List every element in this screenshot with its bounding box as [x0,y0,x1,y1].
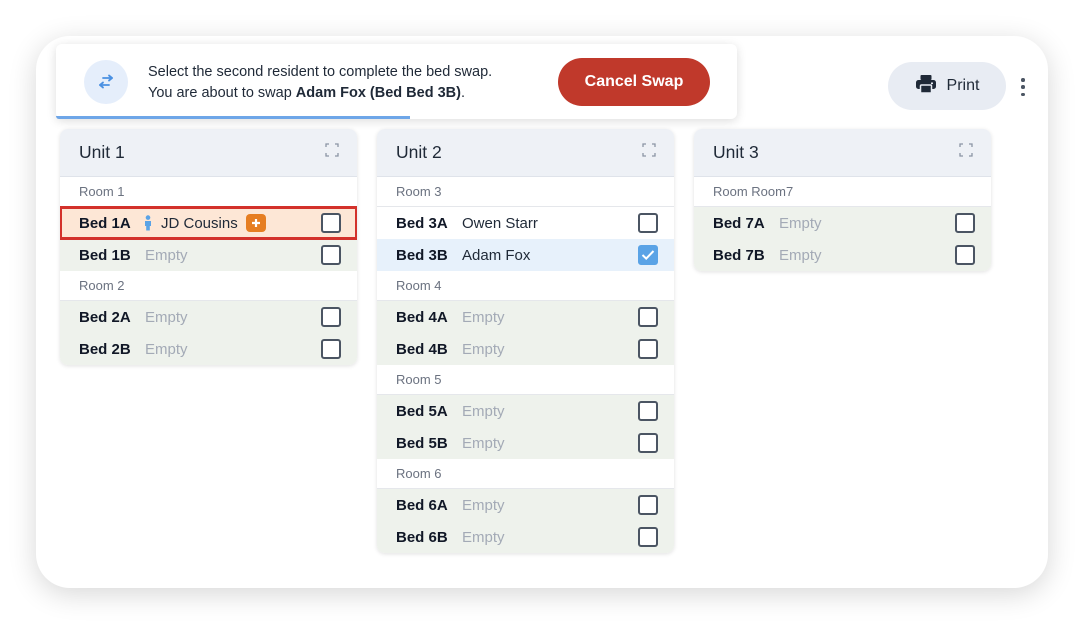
bed-checkbox[interactable] [638,307,658,327]
bed-label: Bed 7B [713,246,765,264]
unit-header: Unit 2 [377,129,674,177]
empty-status: Empty [145,246,188,264]
empty-status: Empty [779,214,822,232]
unit-1-panel: Unit 1 Room 1 Bed 1A JD Cousins Bed 1B E… [60,129,357,365]
empty-status: Empty [462,528,505,546]
resident-name: JD Cousins [161,214,238,232]
check-icon [641,250,655,261]
bed-label: Bed 2B [79,340,131,358]
empty-status: Empty [462,496,505,514]
plus-badge-icon [245,214,266,232]
bed-label: Bed 5B [396,434,448,452]
unit-title: Unit 3 [713,142,759,162]
printer-icon [915,74,937,99]
bed-row-3a[interactable]: Bed 3A Owen Starr [377,207,674,239]
resident-name: Owen Starr [462,214,538,232]
bed-row-7a[interactable]: Bed 7A Empty [694,207,991,239]
bed-row-7b[interactable]: Bed 7B Empty [694,239,991,271]
bed-row-5b[interactable]: Bed 5B Empty [377,427,674,459]
expand-icon[interactable] [959,143,973,162]
bed-label: Bed 1A [79,214,131,232]
bed-checkbox[interactable] [321,213,341,233]
bed-label: Bed 5A [396,402,448,420]
room-label: Room 1 [60,177,357,207]
room-label: Room 4 [377,271,674,301]
print-label: Print [946,77,980,94]
bed-row-1a[interactable]: Bed 1A JD Cousins [60,206,357,240]
room-label: Room 3 [377,177,674,207]
print-button[interactable]: Print [888,62,1006,110]
bed-row-5a[interactable]: Bed 5A Empty [377,395,674,427]
empty-status: Empty [779,246,822,264]
bed-checkbox-checked[interactable] [638,245,658,265]
cancel-swap-button[interactable]: Cancel Swap [558,58,710,106]
bed-label: Bed 2A [79,308,131,326]
person-icon [139,215,157,231]
bed-checkbox[interactable] [955,245,975,265]
swap-instruction-line1: Select the second resident to complete t… [148,64,493,80]
unit-title: Unit 2 [396,142,442,162]
bed-checkbox[interactable] [321,339,341,359]
empty-status: Empty [145,340,188,358]
empty-status: Empty [145,308,188,326]
bed-label: Bed 7A [713,214,765,232]
banner-progress-bar [56,116,411,119]
empty-status: Empty [462,402,505,420]
room-label: Room 6 [377,459,674,489]
bed-label: Bed 6B [396,528,448,546]
bed-checkbox[interactable] [638,213,658,233]
swap-banner: Select the second resident to complete t… [56,44,737,119]
bed-checkbox[interactable] [321,245,341,265]
bed-checkbox[interactable] [638,527,658,547]
expand-icon[interactable] [642,143,656,162]
resident-name: Adam Fox [462,246,531,264]
expand-icon[interactable] [325,143,339,162]
empty-status: Empty [462,434,505,452]
swap-instructions: Select the second resident to complete t… [148,62,492,104]
bed-checkbox[interactable] [638,495,658,515]
room-label: Room Room7 [694,177,991,207]
bed-row-4b[interactable]: Bed 4B Empty [377,333,674,365]
bed-row-2a[interactable]: Bed 2A Empty [60,301,357,333]
bed-label: Bed 4A [396,308,448,326]
bed-label: Bed 1B [79,246,131,264]
bed-checkbox[interactable] [638,339,658,359]
room-label: Room 2 [60,271,357,301]
empty-status: Empty [462,340,505,358]
bed-label: Bed 3A [396,214,448,232]
more-options-icon[interactable] [1016,76,1030,98]
bed-row-6a[interactable]: Bed 6A Empty [377,489,674,521]
swap-prefix: You are about to swap [148,85,296,101]
unit-3-panel: Unit 3 Room Room7 Bed 7A Empty Bed 7B Em… [694,129,991,271]
swap-resident-name: Adam Fox (Bed Bed 3B) [295,85,461,101]
bed-row-6b[interactable]: Bed 6B Empty [377,521,674,553]
empty-status: Empty [462,308,505,326]
bed-checkbox[interactable] [638,401,658,421]
bed-label: Bed 3B [396,246,448,264]
unit-header: Unit 3 [694,129,991,177]
swap-instruction-line2: You are about to swap Adam Fox (Bed Bed … [148,83,492,104]
bed-row-1b[interactable]: Bed 1B Empty [60,239,357,271]
unit-header: Unit 1 [60,129,357,177]
bed-row-4a[interactable]: Bed 4A Empty [377,301,674,333]
bed-checkbox[interactable] [955,213,975,233]
swap-icon [84,60,128,104]
bed-row-3b[interactable]: Bed 3B Adam Fox [377,239,674,271]
unit-title: Unit 1 [79,142,125,162]
bed-row-2b[interactable]: Bed 2B Empty [60,333,357,365]
bed-checkbox[interactable] [321,307,341,327]
bed-label: Bed 4B [396,340,448,358]
swap-suffix: . [460,85,465,101]
unit-2-panel: Unit 2 Room 3 Bed 3A Owen Starr Bed 3B A… [377,129,674,553]
bed-label: Bed 6A [396,496,448,514]
room-label: Room 5 [377,365,674,395]
bed-checkbox[interactable] [638,433,658,453]
